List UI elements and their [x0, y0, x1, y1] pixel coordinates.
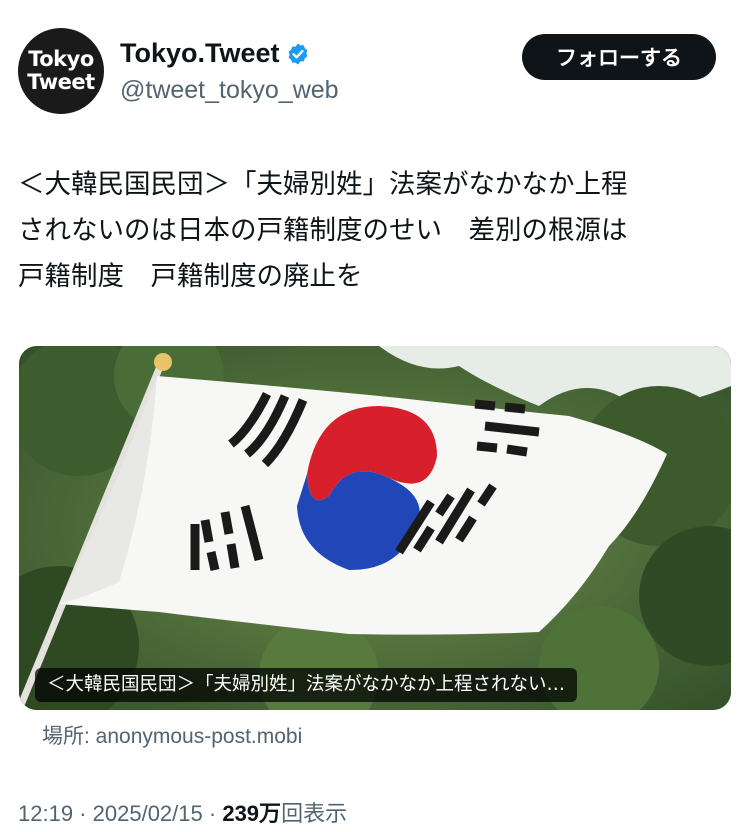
meta-separator: · — [208, 801, 217, 826]
view-count-unit: 万 — [259, 801, 282, 826]
tweet-header: Tokyo Tweet Tokyo.Tweet @tweet_tokyo_web… — [18, 28, 732, 118]
avatar-text-line1: Tokyo — [28, 47, 94, 71]
tweet-time[interactable]: 12:19 — [18, 801, 73, 826]
meta-separator: · — [79, 801, 87, 826]
account-handle[interactable]: @tweet_tokyo_web — [120, 76, 339, 105]
view-count-label[interactable]: 回表示 — [281, 801, 347, 826]
follow-button[interactable]: フォローする — [522, 34, 716, 80]
verified-badge-icon — [288, 43, 307, 64]
link-card-image[interactable]: ＜大韓民国民団＞「夫婦別姓」法案がなかなか上程されない… — [19, 346, 731, 710]
avatar[interactable]: Tokyo Tweet — [18, 28, 104, 114]
avatar-text-line2: Tweet — [27, 70, 95, 94]
link-card-caption[interactable]: ＜大韓民国民団＞「夫婦別姓」法案がなかなか上程されない… — [35, 668, 578, 702]
tweet-text: ＜大韓民国民団＞「夫婦別姓」法案がなかなか上程 されないのは日本の戸籍制度のせい… — [18, 169, 628, 292]
tweet-meta: 12:19 · 2025/02/15 · 239万回表示 — [18, 796, 347, 828]
link-source[interactable]: 場所: anonymous-post.mobi — [42, 720, 302, 750]
south-korean-flag-photo — [19, 346, 731, 710]
view-count-number: 239 — [222, 801, 260, 826]
name-row: Tokyo.Tweet — [120, 38, 310, 69]
tweet-date[interactable]: 2025/02/15 — [93, 801, 203, 826]
display-name[interactable]: Tokyo.Tweet — [120, 38, 280, 69]
